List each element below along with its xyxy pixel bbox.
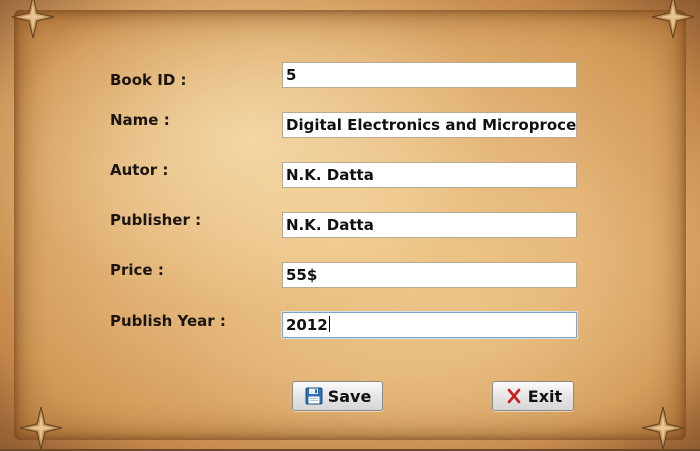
star-ornament-icon <box>641 406 685 450</box>
star-ornament-icon <box>651 0 695 39</box>
publish-year-field[interactable]: 2012 <box>282 312 577 338</box>
book-id-field[interactable]: 5 <box>282 62 577 88</box>
floppy-disk-icon <box>304 386 324 406</box>
name-label: Name : <box>110 111 170 129</box>
star-ornament-icon <box>11 0 55 39</box>
text-caret <box>328 316 330 332</box>
save-button-label: Save <box>327 386 372 406</box>
publish-year-value: 2012 <box>286 316 328 334</box>
author-field[interactable]: N.K. Datta <box>282 162 577 188</box>
exit-button-label: Exit <box>527 386 563 406</box>
book-id-label: Book ID : <box>110 71 187 89</box>
price-field[interactable]: 55$ <box>282 262 577 288</box>
red-x-icon <box>504 386 524 406</box>
exit-button[interactable]: Exit <box>492 381 574 411</box>
name-field[interactable]: Digital Electronics and Microprocess <box>282 112 577 138</box>
publisher-label: Publisher : <box>110 211 202 229</box>
price-label: Price : <box>110 261 164 279</box>
save-button[interactable]: Save <box>292 381 383 411</box>
author-label: Autor : <box>110 161 169 179</box>
star-ornament-icon <box>19 406 63 450</box>
publish-year-label: Publish Year : <box>110 312 226 330</box>
publisher-field[interactable]: N.K. Datta <box>282 212 577 238</box>
